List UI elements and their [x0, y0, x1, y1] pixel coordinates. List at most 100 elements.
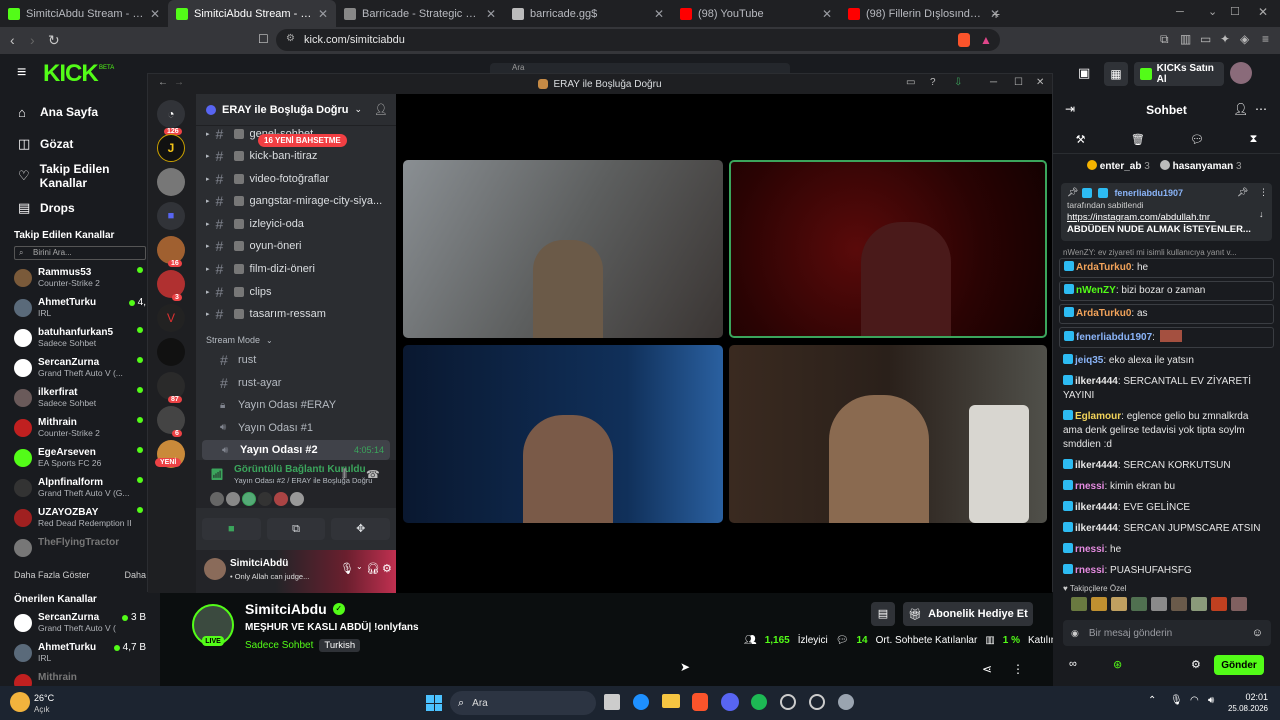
- download-icon[interactable]: ⇩: [954, 77, 962, 88]
- chat-message[interactable]: ArdaTurku0: he: [1059, 258, 1274, 278]
- camera-button[interactable]: ■: [202, 518, 261, 540]
- slow-mode-icon[interactable]: ⧗: [1250, 133, 1258, 146]
- video-tile-1[interactable]: [403, 160, 723, 338]
- mic-options-icon[interactable]: ⌄: [356, 562, 363, 571]
- vpn-icon[interactable]: ◈: [1240, 32, 1249, 46]
- chat-message[interactable]: rnessi: he: [1053, 540, 1280, 561]
- video-tile-2[interactable]: [729, 160, 1047, 338]
- participant-avatar[interactable]: [290, 492, 304, 506]
- discord-back-icon[interactable]: ←: [158, 77, 168, 88]
- emoji-icon[interactable]: ☺: [1252, 627, 1263, 639]
- emote-icon[interactable]: [1091, 597, 1107, 611]
- chat-username[interactable]: fenerliabdu1907: [1076, 332, 1152, 343]
- emote-icon[interactable]: [1111, 597, 1127, 611]
- inbox-icon[interactable]: ▭: [906, 77, 915, 88]
- send-button[interactable]: Gönder: [1214, 655, 1264, 675]
- disconnect-icon[interactable]: ☎: [366, 468, 380, 481]
- discord-forward-icon[interactable]: →: [174, 77, 184, 88]
- text-channel[interactable]: 🔒︎ Yayın Odası #ERAY: [206, 395, 390, 415]
- browser-tab[interactable]: (98) YouTube ✕: [672, 0, 840, 27]
- chat-username[interactable]: ilker4444: [1075, 460, 1118, 471]
- channel-item[interactable]: Mithrain: [0, 669, 160, 686]
- sidebar-icon[interactable]: ▥: [1180, 32, 1191, 46]
- chat-username[interactable]: nWenZY: [1076, 285, 1116, 296]
- show-less-button[interactable]: Daha: [124, 570, 146, 580]
- participant-avatar[interactable]: [274, 492, 288, 506]
- wallet-icon[interactable]: ▭: [1200, 32, 1211, 46]
- chat-message[interactable]: rnessi: PUASHUFAHSFG: [1053, 561, 1280, 582]
- close-window-button[interactable]: ✕: [1258, 5, 1268, 19]
- chat-username[interactable]: ilker4444: [1075, 376, 1118, 387]
- volume-icon[interactable]: 🔊︎: [1208, 695, 1214, 706]
- microphone-icon[interactable]: 🎙︎: [340, 562, 354, 575]
- expand-pin-icon[interactable]: ↓: [1259, 209, 1264, 219]
- text-channel[interactable]: ▸ # clips: [206, 282, 390, 302]
- top-gifter[interactable]: enter_ab 3: [1087, 160, 1150, 172]
- participant-avatar[interactable]: [258, 492, 272, 506]
- screen-share-button[interactable]: ⧉: [266, 518, 326, 540]
- participant-avatar[interactable]: [226, 492, 240, 506]
- browser-tab[interactable]: SimitciAbdu Stream - Watch Live on K ✕: [0, 0, 168, 27]
- settings-taskbar-icon[interactable]: [838, 694, 854, 710]
- participant-avatar[interactable]: [210, 492, 224, 506]
- browser-tab[interactable]: barricade.gg$ ✕: [504, 0, 672, 27]
- chat-message[interactable]: ArdaTurku0: as: [1059, 304, 1274, 324]
- activities-button[interactable]: ✥: [331, 518, 391, 540]
- chat-username[interactable]: Eglamour: [1075, 411, 1121, 422]
- channel-item[interactable]: AhmetTurku IRL 4,: [0, 294, 160, 324]
- chat-message[interactable]: nWenZY: bizi bozar o zaman: [1059, 281, 1274, 301]
- ban-hammer-icon[interactable]: ⚒: [1076, 133, 1086, 146]
- bookmark-icon[interactable]: ☐: [258, 32, 269, 46]
- file-explorer-icon[interactable]: [662, 694, 680, 708]
- url-field[interactable]: ⚙ kick.com/simitciabdu: [276, 29, 1000, 51]
- text-channel[interactable]: ▸ # video-fotoğraflar: [206, 169, 390, 189]
- theatre-mode-icon[interactable]: ▣: [1078, 65, 1090, 81]
- menu-icon[interactable]: ≡: [1262, 32, 1269, 46]
- chat-username[interactable]: ArdaTurku0: [1076, 262, 1131, 273]
- channel-item[interactable]: TheFlyingTractor: [0, 534, 160, 564]
- maximize-window-button[interactable]: ☐: [1230, 5, 1240, 18]
- emote-icon[interactable]: [1211, 597, 1227, 611]
- emote-icon[interactable]: [1071, 597, 1087, 611]
- chat-input[interactable]: ◉ Bir mesaj gönderin ☺: [1063, 620, 1271, 646]
- emote-icon[interactable]: [1151, 597, 1167, 611]
- share-icon[interactable]: ⋖: [982, 662, 992, 676]
- server-folder-icon[interactable]: ■: [157, 202, 185, 230]
- layout-icon[interactable]: ▦: [1104, 62, 1128, 86]
- chat-message[interactable]: Eglamour: eglence gelio bu zmnalkrda ama…: [1053, 407, 1280, 456]
- chat-message[interactable]: jeiq35: eko alexa ile yatsın: [1053, 351, 1280, 372]
- pinned-more-icon[interactable]: ⋮: [1259, 187, 1268, 198]
- text-channel[interactable]: # rust-ayar: [206, 373, 390, 393]
- forward-button[interactable]: ›: [30, 32, 35, 48]
- text-channel[interactable]: # rust: [206, 350, 390, 370]
- new-tab-button[interactable]: +: [992, 6, 1000, 22]
- kick-points-icon[interactable]: ⊛: [1113, 658, 1122, 671]
- video-tile-3[interactable]: [403, 345, 723, 523]
- site-info-icon[interactable]: ⚙: [286, 33, 295, 44]
- chat-settings-icon[interactable]: ⋯: [1255, 102, 1267, 116]
- voice-channel[interactable]: 🔊︎ Yayın Odası #2 4:05:14: [202, 440, 390, 461]
- kick-logo[interactable]: KICK: [43, 60, 99, 88]
- user-avatar[interactable]: [1230, 62, 1252, 84]
- kicks-tip-icon[interactable]: ∞: [1069, 658, 1077, 670]
- gift-sub-button[interactable]: 🎁︎ Abonelik Hediye Et: [903, 602, 1033, 626]
- text-channel[interactable]: ▸ # oyun-öneri: [206, 236, 390, 256]
- discord-taskbar-icon[interactable]: [721, 693, 739, 711]
- emote-icon[interactable]: [1131, 597, 1147, 611]
- sidebar-nav-item[interactable]: ▤ Drops: [0, 192, 160, 224]
- server-icon-j[interactable]: J: [157, 134, 185, 162]
- tray-overflow-icon[interactable]: ⌃: [1148, 695, 1156, 706]
- discord-home-icon[interactable]: ◔: [157, 100, 185, 128]
- server-icon-dark[interactable]: [157, 338, 185, 366]
- category-link[interactable]: Sadece Sohbet: [245, 640, 313, 651]
- close-tab-icon[interactable]: ✕: [822, 7, 832, 21]
- close-tab-icon[interactable]: ✕: [150, 7, 160, 21]
- chat-username[interactable]: rnessi: [1075, 544, 1104, 555]
- discord-minimize[interactable]: ─: [990, 77, 997, 88]
- media-player-icon[interactable]: [809, 694, 825, 710]
- channel-item[interactable]: Mithrain Counter-Strike 2: [0, 414, 160, 444]
- more-options-icon[interactable]: ⋮: [1012, 662, 1024, 676]
- chat-gear-icon[interactable]: ⚙: [1191, 658, 1201, 671]
- streamer-name[interactable]: SimitciAbdu: [245, 601, 327, 617]
- hamburger-icon[interactable]: ≡: [17, 64, 26, 82]
